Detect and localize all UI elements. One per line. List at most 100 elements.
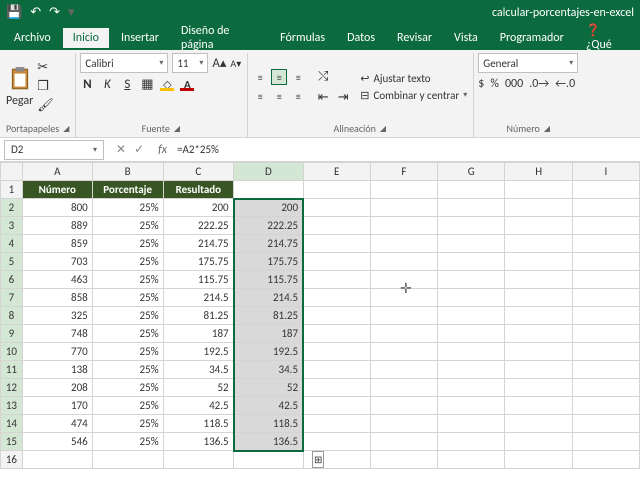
cell[interactable]: 175.75 <box>163 253 234 271</box>
cell[interactable]: 52 <box>234 379 303 397</box>
cell[interactable] <box>22 451 92 469</box>
cell[interactable] <box>370 451 437 469</box>
cell[interactable] <box>370 415 437 433</box>
cell[interactable]: 187 <box>163 325 234 343</box>
cell[interactable]: 463 <box>22 271 92 289</box>
cell[interactable] <box>438 307 505 325</box>
cell[interactable]: 81.25 <box>163 307 234 325</box>
align-top-icon[interactable]: ≡ <box>252 69 268 85</box>
cell[interactable]: 25% <box>92 343 163 361</box>
comma-format-icon[interactable]: 000 <box>505 77 523 91</box>
cell[interactable] <box>505 433 572 451</box>
cell[interactable] <box>370 199 437 217</box>
cell[interactable]: 770 <box>22 343 92 361</box>
cell[interactable]: 25% <box>92 433 163 451</box>
column-header[interactable]: D <box>234 163 303 181</box>
cell[interactable] <box>505 361 572 379</box>
cell[interactable] <box>303 235 370 253</box>
cell[interactable] <box>505 415 572 433</box>
undo-icon[interactable]: ↶ <box>30 5 41 20</box>
cell[interactable]: 703 <box>22 253 92 271</box>
cell[interactable] <box>572 379 639 397</box>
paste-button[interactable]: Pegar <box>6 65 33 108</box>
cell[interactable] <box>572 199 639 217</box>
cell[interactable] <box>572 433 639 451</box>
cell[interactable]: 859 <box>22 235 92 253</box>
format-painter-icon[interactable]: 🖌 <box>37 98 54 113</box>
cell[interactable] <box>370 361 437 379</box>
align-left-icon[interactable]: ≡ <box>252 88 268 104</box>
cell[interactable] <box>572 289 639 307</box>
save-icon[interactable]: 💾 <box>6 5 22 20</box>
cell[interactable]: 170 <box>22 397 92 415</box>
menu-inicio[interactable]: Inicio <box>63 28 109 48</box>
cell[interactable] <box>505 217 572 235</box>
merge-center-button[interactable]: ⊟Combinar y centrar▾ <box>360 89 467 102</box>
cell[interactable]: 222.25 <box>234 217 303 235</box>
cancel-formula-icon[interactable]: ✕ <box>116 142 126 157</box>
cell[interactable]: 25% <box>92 415 163 433</box>
fx-icon[interactable]: fx <box>152 143 173 157</box>
menu-datos[interactable]: Datos <box>337 28 385 48</box>
cell[interactable] <box>303 397 370 415</box>
cell[interactable]: 52 <box>163 379 234 397</box>
cell[interactable] <box>505 235 572 253</box>
cell[interactable] <box>303 271 370 289</box>
clipboard-launcher-icon[interactable]: ◢ <box>63 124 69 134</box>
menu-fórmulas[interactable]: Fórmulas <box>270 28 335 48</box>
cell[interactable] <box>505 181 572 199</box>
cell[interactable] <box>438 253 505 271</box>
column-header[interactable]: C <box>163 163 234 181</box>
cell[interactable] <box>505 199 572 217</box>
cell[interactable] <box>370 289 437 307</box>
cell[interactable] <box>370 253 437 271</box>
column-header[interactable]: H <box>505 163 572 181</box>
menu-archivo[interactable]: Archivo <box>4 28 61 48</box>
cell[interactable]: 192.5 <box>163 343 234 361</box>
decrease-font-icon[interactable]: A▾ <box>230 57 241 70</box>
cell[interactable]: 25% <box>92 235 163 253</box>
formula-input[interactable]: =A2*25% <box>173 143 640 156</box>
row-header[interactable]: 3 <box>1 217 23 235</box>
cell[interactable] <box>438 343 505 361</box>
cell[interactable]: 138 <box>22 361 92 379</box>
border-button[interactable]: ▦ <box>140 77 154 92</box>
cell[interactable]: 889 <box>22 217 92 235</box>
cell[interactable]: Porcentaje <box>92 181 163 199</box>
cell[interactable] <box>438 325 505 343</box>
cell[interactable]: 214.75 <box>163 235 234 253</box>
cell[interactable] <box>370 325 437 343</box>
cell[interactable]: 208 <box>22 379 92 397</box>
cell[interactable] <box>572 361 639 379</box>
menu-programador[interactable]: Programador <box>490 28 574 48</box>
menu-diseño-de-página[interactable]: Diseño de página <box>171 21 268 55</box>
cell[interactable]: 25% <box>92 289 163 307</box>
align-middle-icon[interactable]: ≡ <box>271 69 287 85</box>
column-header[interactable]: A <box>22 163 92 181</box>
cell[interactable] <box>303 253 370 271</box>
cell[interactable]: 200 <box>234 199 303 217</box>
cell[interactable] <box>438 397 505 415</box>
cell[interactable] <box>505 451 572 469</box>
font-launcher-icon[interactable]: ◢ <box>174 124 180 134</box>
decrease-indent-icon[interactable]: ⇤ <box>316 90 330 105</box>
row-header[interactable]: 8 <box>1 307 23 325</box>
row-header[interactable]: 4 <box>1 235 23 253</box>
cell[interactable]: Resultado <box>163 181 234 199</box>
row-header[interactable]: 9 <box>1 325 23 343</box>
row-header[interactable]: 10 <box>1 343 23 361</box>
name-box[interactable]: D2▾ <box>4 140 104 160</box>
cell[interactable] <box>370 181 437 199</box>
cell[interactable]: 118.5 <box>163 415 234 433</box>
cell[interactable] <box>572 451 639 469</box>
cell[interactable] <box>572 343 639 361</box>
cell[interactable]: 858 <box>22 289 92 307</box>
decrease-decimal-icon[interactable]: ←.0 <box>555 77 575 91</box>
menu-vista[interactable]: Vista <box>444 28 488 48</box>
cell[interactable]: 118.5 <box>234 415 303 433</box>
cell[interactable] <box>438 451 505 469</box>
cell[interactable] <box>438 361 505 379</box>
cell[interactable] <box>303 433 370 451</box>
qat-customize-icon[interactable]: ▾ <box>68 5 75 20</box>
italic-button[interactable]: K <box>100 77 114 92</box>
